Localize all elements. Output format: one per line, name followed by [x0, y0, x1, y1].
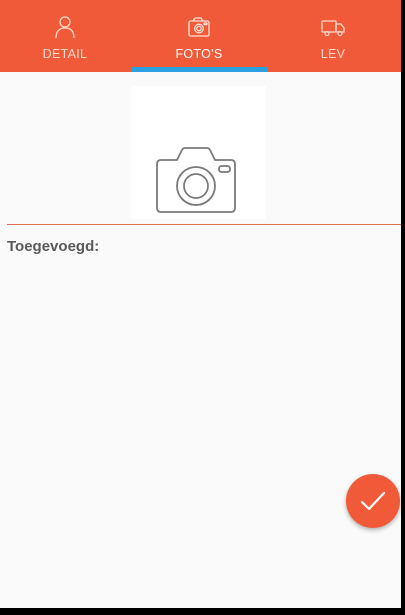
confirm-fab-button[interactable]: [346, 474, 400, 528]
section-divider: [7, 224, 401, 225]
app-screen: DETAIL FOTO'S LEV Toegevoegd:: [0, 0, 401, 608]
tab-fotos-label: FOTO'S: [175, 47, 223, 61]
tab-detail-label: DETAIL: [42, 47, 88, 61]
tab-bar: DETAIL FOTO'S LEV: [0, 0, 401, 72]
add-photo-tile[interactable]: [131, 86, 266, 219]
person-icon: [52, 14, 78, 40]
camera-icon: [186, 14, 212, 40]
camera-icon: [156, 147, 236, 213]
truck-icon: [320, 14, 346, 40]
active-tab-indicator: [131, 67, 267, 72]
added-section-label: Toegevoegd:: [7, 238, 100, 255]
tab-fotos[interactable]: FOTO'S: [132, 0, 266, 72]
tab-lev[interactable]: LEV: [266, 0, 400, 72]
tab-lev-label: LEV: [320, 47, 346, 61]
checkmark-icon: [360, 491, 386, 511]
tab-detail[interactable]: DETAIL: [0, 0, 132, 72]
